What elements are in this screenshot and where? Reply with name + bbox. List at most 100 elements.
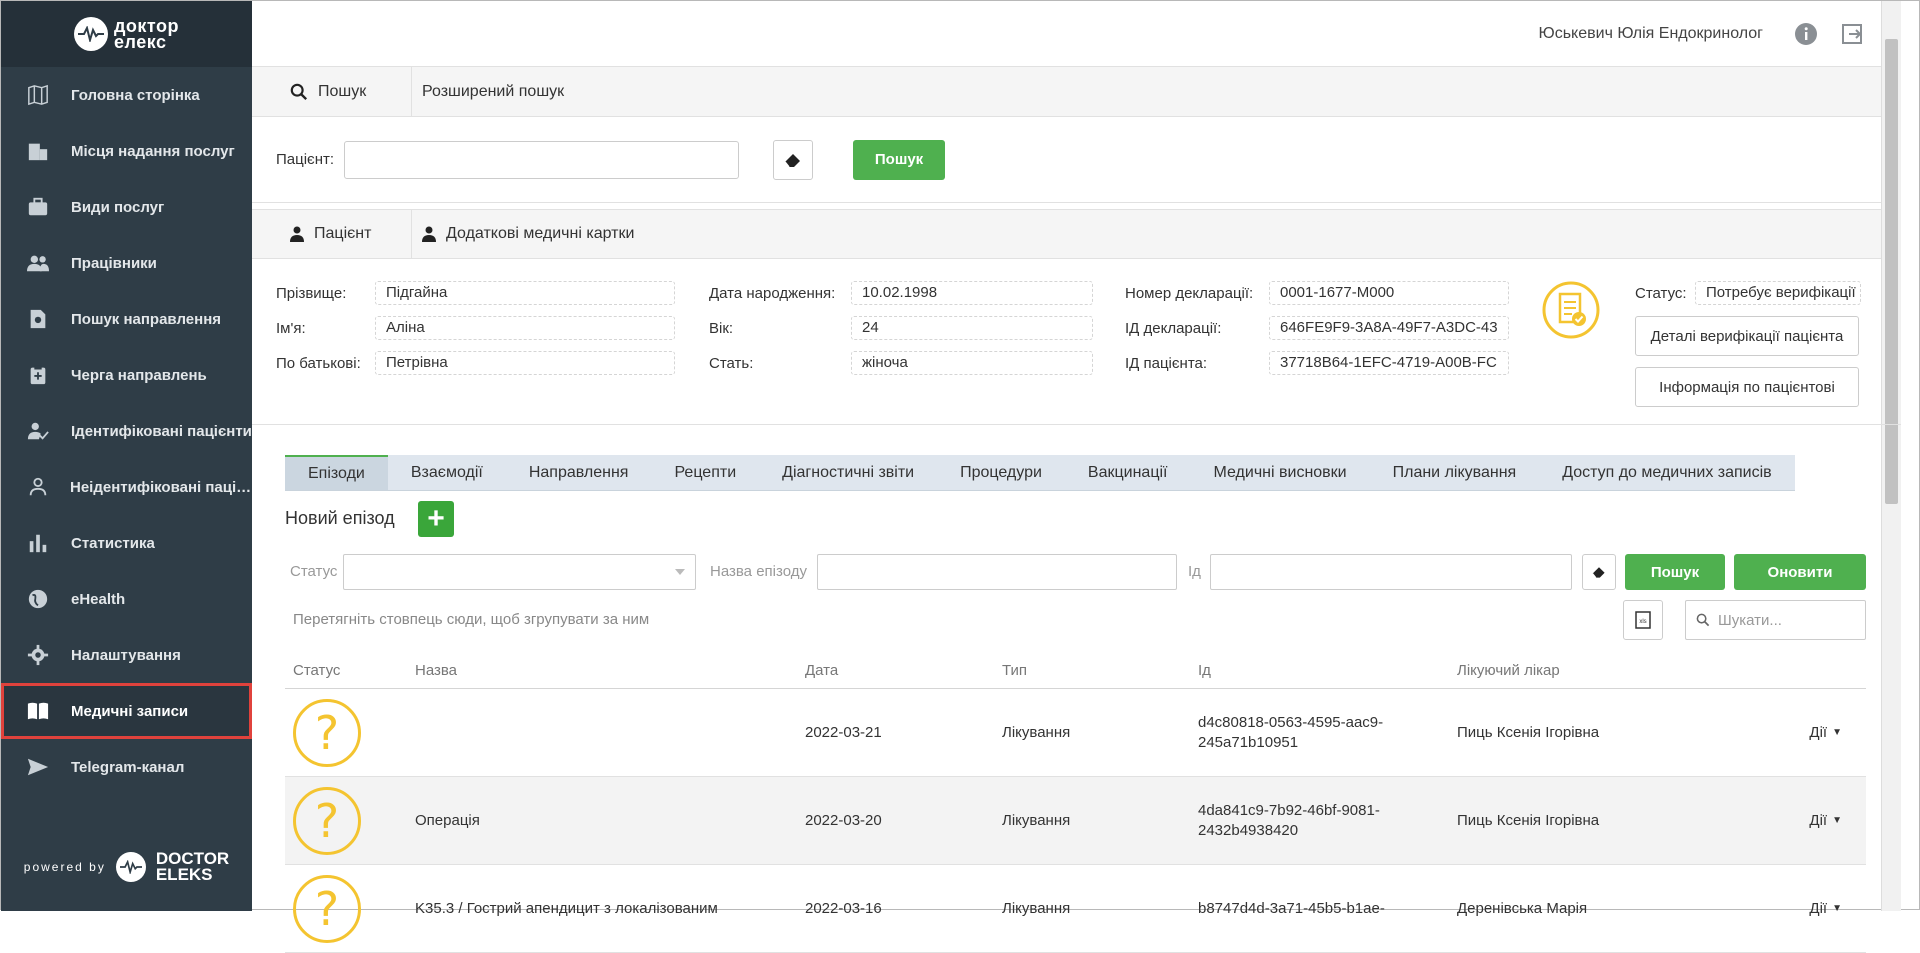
patient-search-row: Пацієнт: Пошук <box>252 117 1901 203</box>
sex-value: жіноча <box>851 351 1093 375</box>
surname-field: Прізвище: Підгайна <box>276 281 675 305</box>
sidebar-item-12[interactable]: Telegram-канал <box>1 739 252 795</box>
sidebar-item-label: Пошук направлення <box>71 310 221 328</box>
clear-filters-button[interactable] <box>1582 554 1616 590</box>
info-icon[interactable] <box>1793 21 1819 47</box>
cell-id: b8747d4d-3a71-45b5-b1ae- <box>1198 899 1385 917</box>
cell-doctor: Пиць Ксенія Ігорівна <box>1457 724 1600 741</box>
col-id[interactable]: Ід <box>1198 661 1457 681</box>
episode-tab-6[interactable]: Вакцинації <box>1065 455 1191 490</box>
episode-tab-1[interactable]: Взаємодії <box>388 455 506 490</box>
sidebar-item-label: Медичні записи <box>71 702 189 720</box>
export-xls-button[interactable]: xls <box>1623 600 1663 640</box>
row-actions-dropdown[interactable]: Дії ▼ <box>1781 900 1866 917</box>
episode-tab-5[interactable]: Процедури <box>937 455 1065 490</box>
clear-search-button[interactable] <box>773 139 814 180</box>
tab-additional-cards[interactable]: Додаткові медичні картки <box>412 210 654 258</box>
episode-tab-8[interactable]: Плани лікування <box>1370 455 1540 490</box>
episode-tab-0[interactable]: Епізоди <box>285 455 388 490</box>
person-icon <box>290 226 304 242</box>
declaration-id-value: 646FE9F9-3A8A-49F7-A3DC-43 <box>1269 316 1509 340</box>
id-filter-input[interactable] <box>1210 554 1572 590</box>
episode-tab-9[interactable]: Доступ до медичних записів <box>1539 455 1794 490</box>
sidebar-nav: Головна сторінка Місця надання послуг Види… <box>1 67 252 795</box>
sidebar-item-label: Telegram-канал <box>71 758 185 776</box>
add-episode-button[interactable]: + <box>418 501 454 537</box>
age-label: Вік: <box>709 319 734 337</box>
verification-details-button[interactable]: Деталі верифікації пацієнта <box>1635 316 1859 356</box>
sidebar-item-6[interactable]: Ідентифіковані пацієнти <box>1 403 252 459</box>
logo-line2: елекс <box>114 32 167 52</box>
cell-type: Лікування <box>1002 900 1071 917</box>
name-value: Аліна <box>375 316 675 340</box>
sidebar-item-10[interactable]: Налаштування <box>1 627 252 683</box>
sidebar-item-11[interactable]: Медичні записи <box>1 683 252 739</box>
tab-patient[interactable]: Пацієнт <box>252 210 412 258</box>
episode-name-filter-input[interactable] <box>817 554 1177 590</box>
chevron-down-icon <box>675 569 685 575</box>
page-scrollbar[interactable] <box>1881 1 1901 911</box>
sidebar-item-label: Місця надання послуг <box>71 142 235 160</box>
cell-doctor: Пиць Ксенія Ігорівна <box>1457 812 1600 829</box>
map-icon <box>25 82 51 108</box>
sidebar-item-0[interactable]: Головна сторінка <box>1 67 252 123</box>
patient-tabs: Пацієнт Додаткові медичні картки <box>252 209 1901 259</box>
status-value: Потребує верифікації <box>1695 281 1861 305</box>
sidebar-item-2[interactable]: Види послуг <box>1 179 252 235</box>
episode-search-button[interactable]: Пошук <box>1625 554 1725 590</box>
cell-doctor: Деренівська Марія <box>1457 900 1588 917</box>
table-row[interactable]: ? Операція 2022-03-20 Лікування 4da841c9… <box>285 777 1866 865</box>
surname-value: Підгайна <box>375 281 675 305</box>
eraser-icon <box>784 153 801 167</box>
tab-search[interactable]: Пошук <box>252 67 412 116</box>
patient-info-button[interactable]: Інформація по пацієнтові <box>1635 367 1859 407</box>
col-name[interactable]: Назва <box>415 662 805 679</box>
sidebar-item-label: Налаштування <box>71 646 181 664</box>
logo[interactable]: доктор елекс <box>1 1 252 67</box>
col-type[interactable]: Тип <box>1002 662 1198 679</box>
sidebar-item-label: Статистика <box>71 534 155 552</box>
episode-tab-2[interactable]: Направлення <box>506 455 652 490</box>
sidebar-item-9[interactable]: eHealth <box>1 571 252 627</box>
sidebar-item-3[interactable]: Працівники <box>1 235 252 291</box>
plus-icon: + <box>427 502 445 535</box>
table-search-input[interactable]: Шукати... <box>1685 600 1866 640</box>
cell-name: Операція <box>415 812 480 829</box>
status-question-icon: ? <box>293 786 361 855</box>
col-date[interactable]: Дата <box>805 662 1002 679</box>
episode-tab-3[interactable]: Рецепти <box>651 455 759 490</box>
status-filter-select[interactable] <box>343 554 696 590</box>
cell-date: 2022-03-21 <box>805 724 882 741</box>
table-row[interactable]: ? 2022-03-21 Лікування d4c80818-0563-459… <box>285 689 1866 777</box>
id-filter-label: Ід <box>1188 563 1201 580</box>
row-actions-dropdown[interactable]: Дії ▼ <box>1781 724 1866 741</box>
declaration-id-label: ІД декларації: <box>1125 319 1222 337</box>
caret-down-icon: ▼ <box>1832 727 1842 738</box>
bar-chart-icon <box>25 530 51 556</box>
col-status[interactable]: Статус <box>285 662 415 679</box>
patient-search-input[interactable] <box>344 140 740 179</box>
tab-advanced-search[interactable]: Розширений пошук <box>412 67 584 116</box>
sidebar-item-5[interactable]: Черга направлень <box>1 347 252 403</box>
status-label: Статус: <box>1635 284 1687 302</box>
globe-icon <box>25 586 51 612</box>
sidebar-item-7[interactable]: Неідентифіковані пацієнти <box>1 459 252 515</box>
sidebar-item-8[interactable]: Статистика <box>1 515 252 571</box>
book-icon <box>25 698 51 724</box>
sidebar-item-1[interactable]: Місця надання послуг <box>1 123 252 179</box>
logout-icon[interactable] <box>1839 21 1865 47</box>
episode-tab-7[interactable]: Медичні висновки <box>1191 455 1370 490</box>
caret-down-icon: ▼ <box>1832 815 1842 826</box>
group-by-hint: Перетягніть стовпець сюди, щоб згрупуват… <box>293 611 650 628</box>
sidebar-item-4[interactable]: Пошук направлення <box>1 291 252 347</box>
declaration-id-field: ІД декларації: 646FE9F9-3A8A-49F7-A3DC-4… <box>1125 316 1509 340</box>
table-row[interactable]: ? K35.3 / Гострий апендицит з локалізова… <box>285 865 1866 953</box>
age-field: Вік: 24 <box>709 316 1093 340</box>
refresh-button[interactable]: Оновити <box>1734 554 1866 590</box>
episode-name-filter-label: Назва епізоду <box>710 563 807 580</box>
sex-field: Стать: жіноча <box>709 351 1093 375</box>
col-doctor[interactable]: Лікуючий лікар <box>1457 662 1781 679</box>
patient-search-button[interactable]: Пошук <box>853 139 946 180</box>
episode-tab-4[interactable]: Діагностичні звіти <box>759 455 937 490</box>
row-actions-dropdown[interactable]: Дії ▼ <box>1781 812 1866 829</box>
